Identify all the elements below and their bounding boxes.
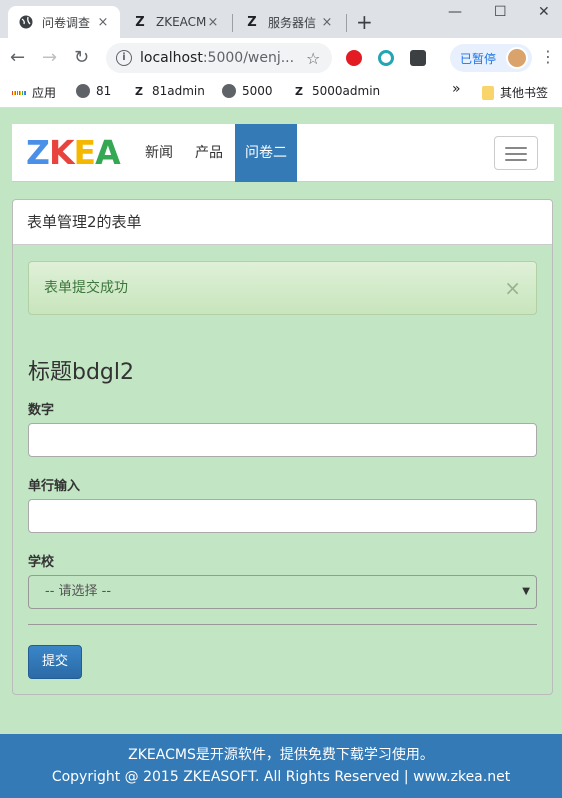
bookmark-81admin[interactable]: Z 81admin (132, 84, 205, 98)
zkea-logo[interactable]: ZKEA (26, 133, 121, 172)
extension-icon[interactable] (378, 50, 394, 66)
hamburger-bar (505, 159, 527, 161)
paused-label: 已暂停 (460, 51, 497, 66)
bookmark-5000admin[interactable]: Z 5000admin (292, 84, 380, 98)
logo-letter: A (95, 133, 121, 172)
form-title: 标题bdgl2 (28, 360, 135, 385)
forward-arrow-icon[interactable]: → (42, 47, 57, 69)
tab-separator (346, 14, 347, 32)
close-icon[interactable]: × (96, 15, 110, 30)
bookmark-81[interactable]: 81 (76, 84, 111, 98)
bookmark-label: 5000 (242, 84, 273, 98)
alert-close-icon[interactable]: × (504, 262, 521, 314)
adblock-extension-icon[interactable] (346, 50, 362, 66)
close-icon[interactable]: × (206, 15, 220, 30)
minimize-button[interactable]: — (448, 4, 462, 20)
bookmark-5000[interactable]: 5000 (222, 84, 273, 98)
submit-button[interactable]: 提交 (28, 645, 82, 679)
tab-server-info[interactable]: Z 服务器信 × (234, 6, 344, 38)
hamburger-bar (505, 153, 527, 155)
profile-paused-button[interactable]: 已暂停 (450, 44, 532, 72)
field-label-single-line: 单行输入 (28, 479, 81, 494)
globe-icon (18, 14, 34, 30)
navbar-toggle-button[interactable] (494, 136, 538, 170)
site-navbar: ZKEA 新闻 产品 问卷二 (12, 124, 554, 182)
apps-grid-icon (11, 86, 27, 100)
browser-tab-strip: 问卷调查 × Z ZKEACMS × Z 服务器信 × + — ☐ ✕ (0, 0, 562, 38)
star-icon[interactable]: ☆ (306, 49, 332, 68)
bookmark-apps[interactable]: 应用 (11, 84, 57, 101)
bookmark-label: 81 (96, 84, 112, 98)
form-divider (28, 624, 537, 625)
footer-line-1: ZKEACMS是开源软件，提供免费下载学习使用。 (128, 747, 434, 763)
bookmark-label: 其他书签 (500, 86, 549, 100)
school-select[interactable]: -- 请选择 -- ▼ (28, 575, 537, 609)
tab-zkeacms[interactable]: Z ZKEACMS × (122, 6, 230, 38)
hamburger-bar (505, 147, 527, 149)
alert-message: 表单提交成功 (44, 280, 128, 296)
nav-link-news[interactable]: 新闻 (135, 124, 183, 182)
tab-title: 服务器信 (268, 15, 317, 30)
globe-icon (76, 84, 90, 98)
select-value: -- 请选择 -- (45, 584, 112, 599)
tab-separator (232, 14, 233, 32)
reload-icon[interactable]: ↻ (74, 47, 89, 69)
logo-letter: E (73, 133, 97, 172)
url-host: localhost (140, 50, 203, 66)
tab-title: 问卷调查 (42, 15, 91, 30)
bookmark-label: 81admin (152, 84, 205, 98)
site-footer: ZKEACMS是开源软件，提供免费下载学习使用。 Copyright @ 201… (0, 734, 562, 798)
zkea-favicon-icon: Z (247, 14, 257, 30)
bookmark-label: 应用 (32, 86, 57, 100)
url-text[interactable]: localhost:5000/wenj... (140, 50, 306, 66)
new-tab-button[interactable]: + (356, 8, 373, 36)
footer-copyright[interactable]: Copyright @ 2015 ZKEASOFT. All Rights Re… (0, 766, 562, 788)
browser-toolbar: ← → ↻ i localhost:5000/wenj... ☆ 已暂停 ⋮ (0, 38, 562, 78)
number-input[interactable] (28, 423, 537, 457)
nav-link-survey-2[interactable]: 问卷二 (235, 124, 297, 182)
bookmark-label: 5000admin (312, 84, 381, 98)
form-panel: 表单管理2的表单 表单提交成功 × 标题bdgl2 数字 单行输入 学校 -- … (12, 199, 553, 695)
nav-link-products[interactable]: 产品 (185, 124, 233, 182)
zkea-favicon-icon: Z (135, 14, 145, 30)
window-close-button[interactable]: ✕ (538, 4, 550, 20)
back-arrow-icon[interactable]: ← (10, 47, 25, 69)
close-icon[interactable]: × (320, 15, 334, 30)
avatar (506, 47, 528, 69)
field-label-school: 学校 (28, 555, 55, 570)
bookmarks-overflow-button[interactable]: » (452, 81, 461, 97)
logo-letter: K (48, 133, 75, 172)
url-path: :5000/wenj... (202, 50, 295, 66)
globe-icon (222, 84, 236, 98)
logo-letter: Z (26, 133, 50, 172)
folder-icon (482, 85, 494, 100)
address-bar[interactable]: i localhost:5000/wenj... ☆ (106, 43, 332, 73)
extension-icon[interactable] (410, 50, 426, 66)
bookmark-other[interactable]: 其他书签 (482, 84, 548, 101)
caret-down-icon: ▼ (522, 586, 530, 597)
maximize-button[interactable]: ☐ (494, 4, 507, 20)
panel-heading: 表单管理2的表单 (13, 200, 552, 245)
zkea-favicon-icon: Z (135, 84, 143, 98)
success-alert: 表单提交成功 × (28, 261, 537, 315)
bookmarks-bar: 应用 81 Z 81admin 5000 Z 5000admin » 其他书签 (0, 78, 562, 108)
tab-wenjuan[interactable]: 问卷调查 × (8, 6, 120, 38)
more-menu-icon[interactable]: ⋮ (540, 48, 556, 66)
tab-title: ZKEACMS (156, 15, 206, 29)
field-label-number: 数字 (28, 403, 55, 418)
zkea-favicon-icon: Z (295, 84, 303, 98)
single-line-input[interactable] (28, 499, 537, 533)
info-icon[interactable]: i (116, 50, 132, 66)
